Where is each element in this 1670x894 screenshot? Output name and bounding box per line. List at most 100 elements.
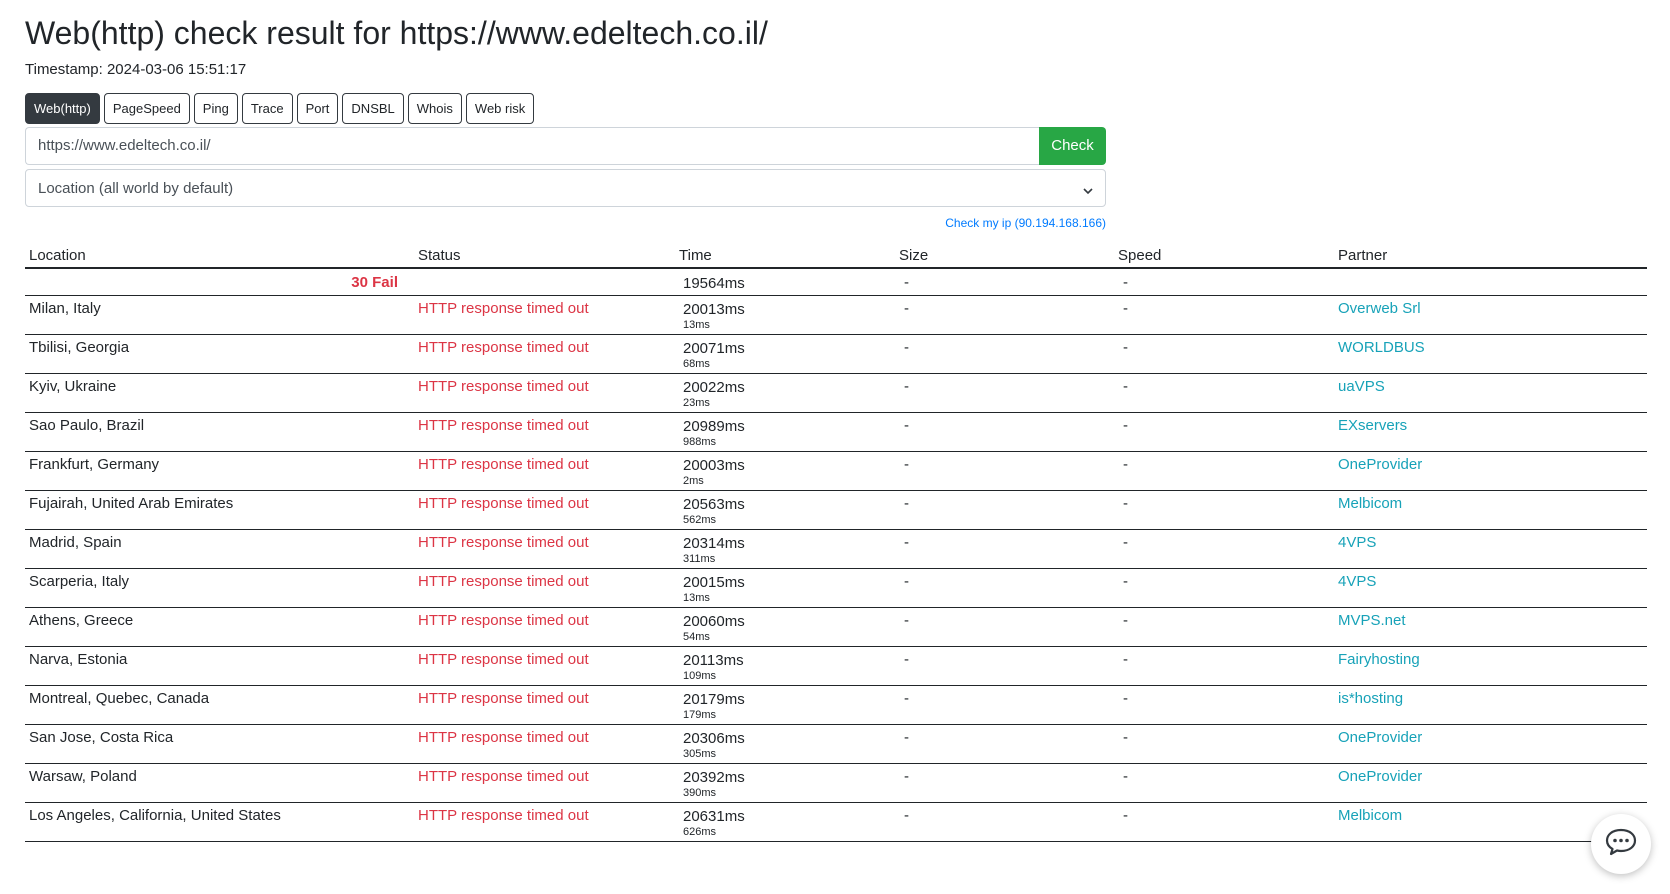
location-select-value: Location (all world by default) [38, 179, 234, 197]
row-status: HTTP response timed out [414, 451, 675, 491]
row-time-value: 20013ms [683, 300, 745, 318]
partner-link[interactable]: Melbicom [1338, 495, 1402, 512]
row-size: - [895, 646, 1114, 686]
timestamp: Timestamp: 2024-03-06 15:51:17 [25, 61, 247, 78]
row-time: 20003ms 2ms [675, 451, 895, 491]
chat-button[interactable] [1591, 814, 1651, 874]
row-speed-value: - [1123, 533, 1128, 551]
scrollbar[interactable] [1650, 0, 1670, 894]
row-partner: Overweb Srl [1334, 295, 1647, 335]
partner-link[interactable]: uaVPS [1338, 378, 1385, 395]
table-row: Warsaw, Poland HTTP response timed out 203… [25, 763, 1647, 803]
fail-count: 30 Fail [25, 268, 414, 296]
row-size: - [895, 490, 1114, 530]
row-size-value: - [904, 299, 909, 317]
row-size: - [895, 724, 1114, 764]
check-button[interactable]: Check [1039, 127, 1106, 165]
partner-link[interactable]: Overweb Srl [1338, 300, 1421, 317]
tab-port[interactable]: Port [296, 93, 339, 124]
row-location: Montreal, Quebec, Canada [25, 685, 414, 725]
partner-link[interactable]: OneProvider [1338, 768, 1422, 785]
summary-status [414, 268, 675, 296]
tab-pagespeed[interactable]: PageSpeed [103, 93, 190, 124]
row-speed-value: - [1123, 650, 1128, 668]
row-time-value: 20179ms [683, 690, 745, 708]
partner-link[interactable]: WORLDBUS [1338, 339, 1425, 356]
row-partner: OneProvider [1334, 724, 1647, 764]
row-partner: OneProvider [1334, 451, 1647, 491]
row-location: Milan, Italy [25, 295, 414, 335]
row-time-sub: 988ms [683, 435, 717, 448]
partner-link[interactable]: OneProvider [1338, 729, 1422, 746]
table-header-row: Location Status Time Size Speed Partner [25, 243, 1647, 269]
row-time-sub: 109ms [683, 669, 717, 682]
row-status: HTTP response timed out [414, 763, 675, 803]
tab-trace[interactable]: Trace [241, 93, 293, 124]
row-speed: - [1114, 295, 1334, 335]
row-time-sub: 13ms [683, 318, 710, 331]
partner-link[interactable]: is*hosting [1338, 690, 1403, 707]
check-type-tabs: Web(http) PageSpeed Ping Trace Port DNSB… [25, 93, 1647, 124]
row-location: Scarperia, Italy [25, 568, 414, 608]
row-size-value: - [904, 533, 909, 551]
tab-whois[interactable]: Whois [407, 93, 462, 124]
row-size: - [895, 412, 1114, 452]
row-partner: uaVPS [1334, 373, 1647, 413]
row-time: 20392ms 390ms [675, 763, 895, 803]
row-size: - [895, 763, 1114, 803]
partner-link[interactable]: Melbicom [1338, 807, 1402, 824]
row-speed: - [1114, 763, 1334, 803]
row-partner: OneProvider [1334, 763, 1647, 803]
row-partner: is*hosting [1334, 685, 1647, 725]
row-time-sub: 305ms [683, 747, 717, 760]
row-time: 20013ms 13ms [675, 295, 895, 335]
check-form: https://www.edeltech.co.il/ Check Locati… [25, 127, 1106, 231]
partner-link[interactable]: OneProvider [1338, 456, 1422, 473]
row-time: 20179ms 179ms [675, 685, 895, 725]
row-time: 20631ms 626ms [675, 802, 895, 842]
table-row: Los Angeles, California, United States HT… [25, 802, 1647, 842]
row-status: HTTP response timed out [414, 412, 675, 452]
table-row: Kyiv, Ukraine HTTP response timed out 2002… [25, 373, 1647, 413]
row-speed-value: - [1123, 377, 1128, 395]
tab-dnsbl[interactable]: DNSBL [342, 93, 404, 124]
partner-link[interactable]: 4VPS [1338, 573, 1376, 590]
summary-time: 19564ms [675, 268, 895, 296]
row-time-value: 20306ms [683, 729, 745, 747]
partner-link[interactable]: Fairyhosting [1338, 651, 1420, 668]
table-row: Narva, Estonia HTTP response timed out 201… [25, 646, 1647, 686]
row-speed-value: - [1123, 611, 1128, 629]
summary-row: 30 Fail 19564ms - - [25, 268, 1647, 296]
partner-link[interactable]: 4VPS [1338, 534, 1376, 551]
tab-web-risk[interactable]: Web risk [465, 93, 535, 124]
tab-web-http[interactable]: Web(http) [25, 93, 100, 124]
partner-link[interactable]: EXservers [1338, 417, 1407, 434]
row-speed: - [1114, 685, 1334, 725]
table-row: Frankfurt, Germany HTTP response timed ou… [25, 451, 1647, 491]
check-my-ip-link[interactable]: Check my ip (90.194.168.166) [25, 215, 1106, 231]
row-location: Los Angeles, California, United States [25, 802, 414, 842]
row-status: HTTP response timed out [414, 607, 675, 647]
row-status: HTTP response timed out [414, 568, 675, 608]
row-time-sub: 626ms [683, 825, 717, 838]
row-size-value: - [904, 611, 909, 629]
location-select[interactable]: Location (all world by default) [25, 169, 1106, 207]
page: Web(http) check result for https://www.e… [0, 0, 1670, 894]
table-row: Madrid, Spain HTTP response timed out 2031… [25, 529, 1647, 569]
tab-ping[interactable]: Ping [193, 93, 238, 124]
table-row: Tbilisi, Georgia HTTP response timed out 2… [25, 334, 1647, 374]
row-speed: - [1114, 412, 1334, 452]
partner-link[interactable]: MVPS.net [1338, 612, 1406, 629]
row-size-value: - [904, 650, 909, 668]
row-partner: Fairyhosting [1334, 646, 1647, 686]
row-size: - [895, 802, 1114, 842]
row-status: HTTP response timed out [414, 334, 675, 374]
row-size-value: - [904, 767, 909, 785]
row-time-value: 20314ms [683, 534, 745, 552]
row-time-sub: 54ms [683, 630, 710, 643]
row-time-sub: 562ms [683, 513, 717, 526]
row-time-value: 20003ms [683, 456, 745, 474]
row-speed-value: - [1123, 806, 1128, 824]
url-input[interactable]: https://www.edeltech.co.il/ [25, 127, 1039, 165]
header-size: Size [895, 243, 1114, 269]
